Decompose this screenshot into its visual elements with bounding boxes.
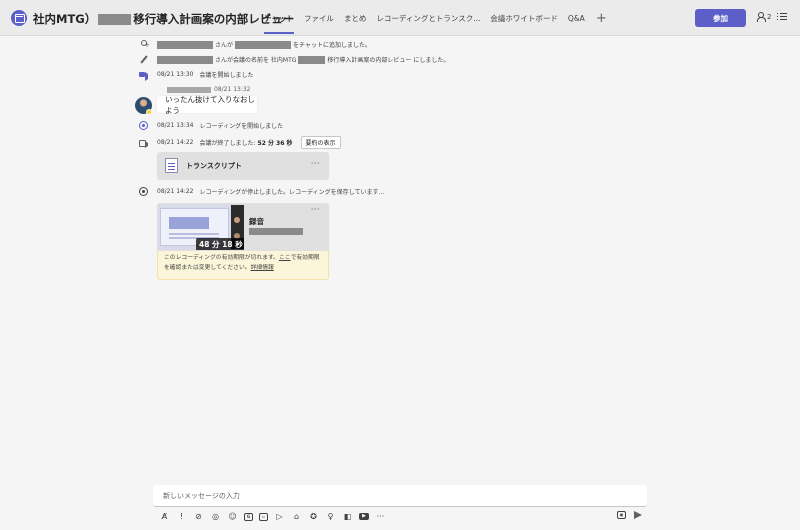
transcript-card[interactable]: トランスクリプト ··· <box>157 152 329 179</box>
participants-button[interactable]: 2 <box>757 12 772 22</box>
idea-icon[interactable]: ♀ <box>325 511 336 522</box>
join-button[interactable]: 参加 <box>695 9 746 27</box>
loop-icon[interactable]: ◎ <box>210 511 221 522</box>
event-meeting-ended: 08/21 14:22 会議が終了しました: 52 分 36 秒 要約の表示 <box>139 136 341 149</box>
praise-icon[interactable]: ✪ <box>308 511 319 522</box>
event-text: 移行導入計画案の内部レビュー にしました。 <box>327 57 450 64</box>
event-recording-stopped: 08/21 14:22 レコーディングが停止しました。レコーディングを保存してい… <box>139 187 384 196</box>
stream-icon[interactable]: ⌂ <box>291 511 302 522</box>
recording-title: 録音 <box>249 217 264 226</box>
approvals-icon[interactable]: ◧ <box>342 511 353 522</box>
people-icon <box>757 12 766 22</box>
event-renamed: さんが会議の名前を 社内MTG 移行導入計画案の内部レビュー にしました。 <box>139 55 449 64</box>
calendar-icon <box>11 10 27 26</box>
screen-capture-icon[interactable]: ▣ <box>617 511 626 519</box>
attach-icon[interactable]: ⊘ <box>193 511 204 522</box>
add-tab-icon[interactable]: + <box>596 11 607 26</box>
tab-whiteboard[interactable]: 会議ホワイトボード <box>490 13 558 24</box>
page-title: 社内MTG） 移行導入計画案の内部レビュー <box>33 11 294 27</box>
message-time: 08/21 13:32 <box>214 86 251 93</box>
more-apps-icon[interactable]: ··· <box>375 511 386 522</box>
record-icon <box>139 121 148 130</box>
record-stop-icon <box>139 187 148 196</box>
tab-bar: チャット ファイル まとめ レコーディングとトランスク... 会議ホワイトボード… <box>264 0 607 36</box>
event-time: 08/21 14:22 <box>157 188 194 195</box>
expiration-notice: このレコーディングの有効期限が切れます。ここで有効期限を確認または変更してくださ… <box>157 251 329 280</box>
event-text: 会議が終了しました: <box>199 140 256 147</box>
redacted-name <box>235 40 292 49</box>
event-meeting-started: 08/21 13:30 会議を開始しました <box>139 70 254 81</box>
tab-recap[interactable]: まとめ <box>344 13 367 24</box>
status-badge <box>146 109 152 115</box>
schedule-icon[interactable]: ▷ <box>274 511 285 522</box>
event-time: 08/21 13:30 <box>157 71 194 78</box>
tab-recordings[interactable]: レコーディングとトランスク... <box>376 13 480 24</box>
video-icon <box>139 70 148 81</box>
more-options-icon[interactable]: ··· <box>311 159 320 168</box>
message-bubble[interactable]: いったん抜けて入りなおしよう <box>157 94 257 115</box>
redacted-recording-name <box>249 228 303 235</box>
send-area: ▣ <box>617 511 642 519</box>
list-icon[interactable] <box>777 13 787 21</box>
important-icon[interactable]: ! <box>176 511 187 522</box>
redacted-name <box>157 55 213 64</box>
event-recording-started: 08/21 13:34 レコーディングを開始しました <box>139 121 283 130</box>
gif-icon[interactable]: G <box>244 512 253 521</box>
recording-duration: 48 分 18 秒 <box>196 238 244 250</box>
event-text: レコーディングが停止しました。レコーディングを保存しています... <box>199 189 385 196</box>
show-summary-button[interactable]: 要約の表示 <box>300 136 341 149</box>
youtube-icon[interactable]: ▶ <box>359 513 369 520</box>
recording-card[interactable]: 48 分 18 秒 録音 ··· <box>157 203 329 251</box>
tab-chat[interactable]: チャット <box>264 13 294 34</box>
notice-here-link[interactable]: ここ <box>279 255 291 261</box>
emoji-icon[interactable]: ☺ <box>227 511 238 522</box>
top-bar: 社内MTG） 移行導入計画案の内部レビュー チャット ファイル まとめ レコーディ… <box>0 0 800 36</box>
document-icon <box>165 158 178 173</box>
format-icon[interactable]: A̸ <box>159 511 170 522</box>
event-text: さんが <box>215 42 234 49</box>
event-added-member: さんが をチャットに追加しました。 <box>139 40 371 49</box>
event-time: 08/21 14:22 <box>157 139 194 146</box>
title-redaction <box>98 14 132 25</box>
title-prefix: 社内MTG） <box>33 12 97 26</box>
message-header: 08/21 13:32 <box>167 86 251 93</box>
recording-thumbnail[interactable]: 48 分 18 秒 <box>158 204 244 250</box>
redacted-name <box>298 55 326 64</box>
meeting-duration: 52 分 36 秒 <box>257 140 293 147</box>
compose-toolbar: A̸ ! ⊘ ◎ ☺ G ▫ ▷ ⌂ ✪ ♀ ◧ ▶ ··· <box>159 511 386 522</box>
tab-files[interactable]: ファイル <box>304 13 334 24</box>
redacted-name <box>157 40 213 49</box>
video-outline-icon <box>139 138 148 148</box>
sticker-icon[interactable]: ▫ <box>259 512 268 521</box>
transcript-label: トランスクリプト <box>186 161 242 170</box>
message-input[interactable]: 新しいメッセージの入力 <box>153 485 647 507</box>
send-icon[interactable] <box>634 511 642 519</box>
event-time: 08/21 13:34 <box>157 122 194 129</box>
notice-text: このレコーディングの有効期限が切れます。 <box>164 255 279 261</box>
message-text: いったん抜けて入りなおしよう <box>165 94 255 115</box>
add-person-icon <box>139 40 150 49</box>
more-options-icon[interactable]: ··· <box>311 205 320 214</box>
tab-qa[interactable]: Q&A <box>568 14 585 23</box>
participant-count: 2 <box>767 12 772 21</box>
details-link[interactable]: 詳細情報 <box>251 265 274 271</box>
event-text: レコーディングを開始しました <box>199 123 284 130</box>
event-text: をチャットに追加しました。 <box>293 42 371 49</box>
event-text: 会議を開始しました <box>199 72 254 79</box>
redacted-sender <box>167 86 211 93</box>
pencil-icon <box>139 55 148 64</box>
message-placeholder: 新しいメッセージの入力 <box>163 491 240 500</box>
event-text: さんが会議の名前を 社内MTG <box>215 57 297 64</box>
